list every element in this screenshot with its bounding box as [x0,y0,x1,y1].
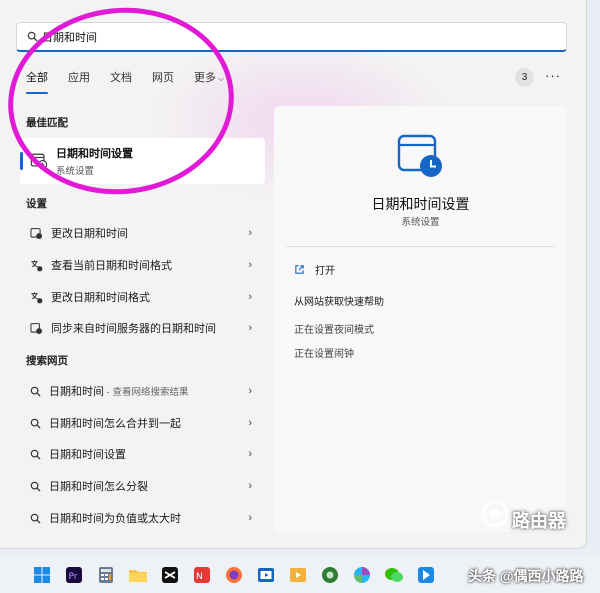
settings-item-view-format[interactable]: 查看当前日期和时间格式 › [22,251,262,279]
chevron-right-icon: › [248,291,252,303]
open-button[interactable]: 打开 [294,262,335,277]
divider [286,246,555,247]
bookmark-app-icon[interactable] [414,563,438,587]
language-clock-icon [31,291,43,303]
chevron-down-icon: ⌵ [218,74,225,83]
chevron-right-icon: › [248,227,252,239]
video-app-icon[interactable] [254,563,278,587]
search-icon [30,386,41,397]
watermark-caption: 头条 @偶西小路路 [468,568,584,584]
best-match-heading: 最佳匹配 [26,117,68,129]
search-box[interactable] [16,22,567,52]
web-item-3[interactable]: 日期和时间怎么分裂 › [22,472,262,500]
calendar-clock-icon [397,134,442,177]
more-options-icon[interactable]: ··· [545,68,561,83]
svg-text:Pr: Pr [69,572,78,582]
tab-more[interactable]: 更多 ⌵ [184,70,234,90]
search-icon [30,513,41,524]
web-item-4[interactable]: 日期和时间为负值或太大时 › [22,504,262,532]
chevron-right-icon: › [248,512,252,524]
calendar-clock-icon [30,153,48,170]
svg-text:N: N [196,572,203,582]
open-external-icon [295,265,304,274]
tab-web[interactable]: 网页 [142,70,184,90]
best-match-item[interactable]: 日期和时间设置 系统设置 [20,138,265,184]
sync-clock-icon [30,322,43,334]
web-item-1[interactable]: 日期和时间怎么合并到一起 › [22,409,262,437]
file-explorer-icon[interactable] [126,563,150,587]
search-icon [30,481,41,492]
tab-all[interactable]: 全部 [16,70,58,94]
settings-heading: 设置 [26,198,47,210]
tab-documents[interactable]: 文档 [100,70,142,90]
chevron-right-icon: › [248,322,252,334]
settings-item-sync-time[interactable]: 同步来自时间服务器的日期和时间 › [22,314,262,342]
calendar-clock-icon [30,227,43,239]
watermark-site-text: 路由器 [512,511,566,531]
action-night-mode[interactable]: 正在设置夜间模式 [294,321,374,336]
language-clock-icon [31,259,43,271]
settings-item-change-date-time[interactable]: 更改日期和时间 › [22,219,262,247]
calculator-app-icon[interactable] [94,563,118,587]
web-item-search[interactable]: 日期和时间 - 查看网络搜索结果 › [22,377,262,405]
best-match-subtitle: 系统设置 [56,166,95,177]
help-link[interactable]: 从网站获取快速帮助 [294,293,384,308]
green-app-icon[interactable] [318,563,342,587]
chevron-right-icon: › [248,448,252,460]
best-match-title: 日期和时间设置 [56,148,133,160]
search-panel: 全部 应用 文档 网页 更多⌵ 3 ··· 最佳匹配 日期和时间设置 系统设置 … [0,0,586,548]
settings-item-change-format[interactable]: 更改日期和时间格式 › [22,283,262,311]
premiere-app-icon[interactable]: Pr [62,563,86,587]
search-input[interactable] [42,30,522,43]
action-alarm[interactable]: 正在设置闹钟 [294,345,354,360]
chevron-right-icon: › [248,417,252,429]
detail-pane: 日期和时间设置 系统设置 打开 从网站获取快速帮助 正在设置夜间模式 正在设置闹… [274,106,567,532]
search-icon [30,449,41,460]
web-search-heading: 搜索网页 [26,355,68,367]
colorful-app-icon[interactable] [350,563,374,587]
chevron-right-icon: › [248,259,252,271]
web-item-2[interactable]: 日期和时间设置 › [22,440,262,468]
result-count-badge: 3 [515,68,534,87]
netease-app-icon[interactable]: N [190,563,214,587]
firefox-browser-icon[interactable] [222,563,246,587]
tab-apps[interactable]: 应用 [58,70,100,90]
search-icon [27,31,38,42]
media-app-icon[interactable] [286,563,310,587]
chevron-right-icon: › [248,385,252,397]
search-icon [30,418,41,429]
windows-start-icon[interactable] [30,563,54,587]
detail-title: 日期和时间设置 [371,196,470,212]
chevron-right-icon: › [248,480,252,492]
capcut-app-icon[interactable] [158,563,182,587]
detail-subtitle: 系统设置 [401,217,440,228]
filter-tabs: 全部 应用 文档 网页 更多 ⌵ [16,70,234,94]
wechat-app-icon[interactable] [382,563,406,587]
watermark-router-logo-icon [481,500,509,528]
